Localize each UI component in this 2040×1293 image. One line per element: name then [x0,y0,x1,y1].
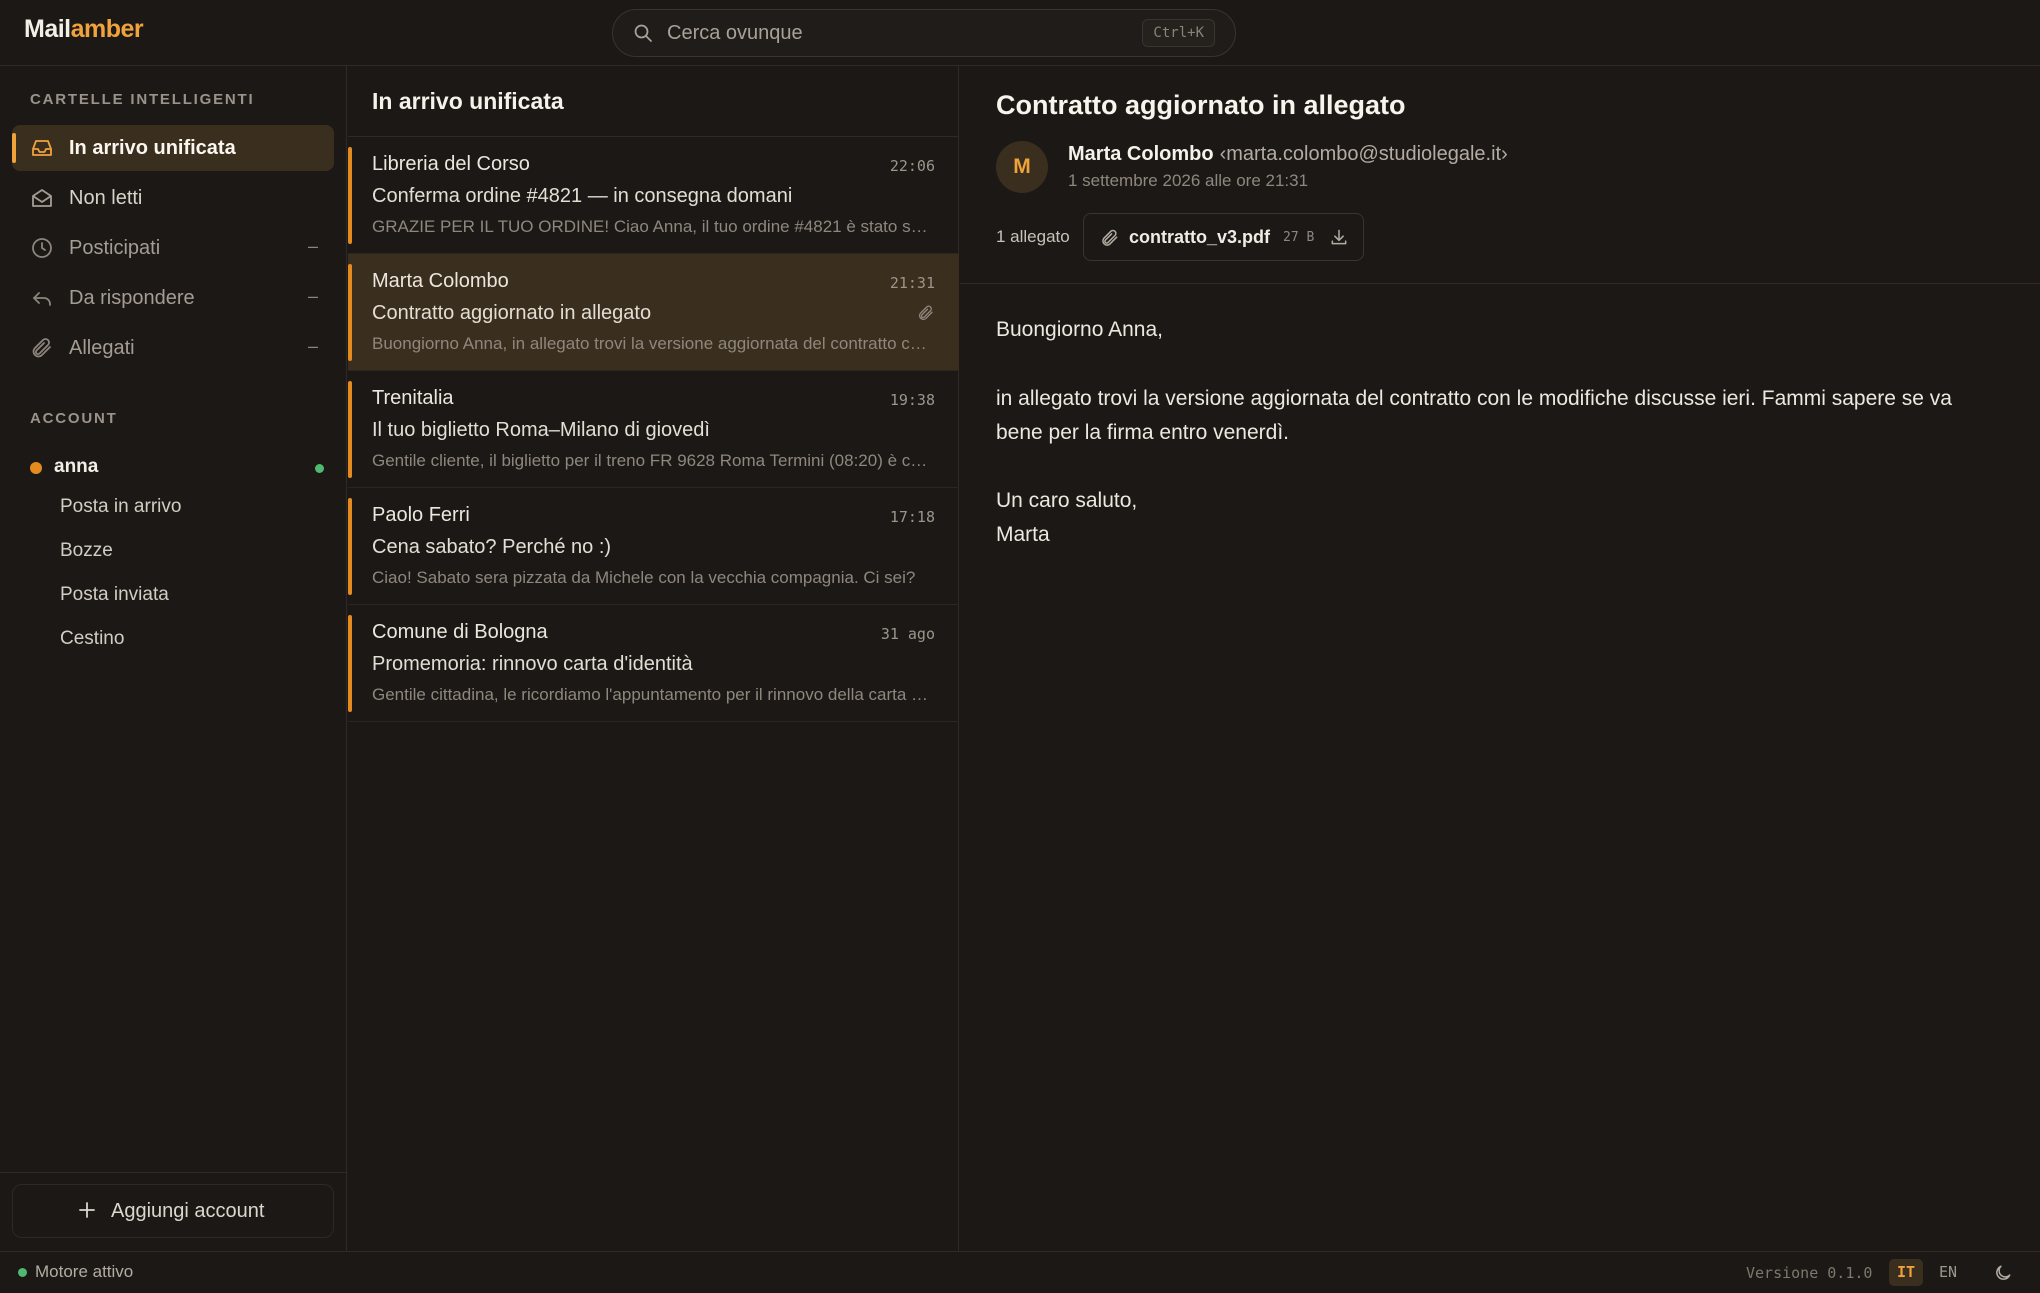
attachment-paperclip-icon [917,304,935,322]
sidebar-item-count: – [307,286,318,306]
message-subject: Conferma ordine #4821 — in consegna doma… [372,185,793,207]
plus-icon [77,1200,97,1220]
email-sender: Marta Colombo ‹marta.colombo@studiolegale… [1068,143,1508,166]
message-sender: Libreria del Corso [372,153,530,175]
sidebar-item-count: – [307,236,318,256]
logo-text-mail: Mail [24,15,71,43]
message-time: 19:38 [889,391,935,409]
sidebar-item-to-reply[interactable]: Da rispondere – [12,275,334,321]
search-input[interactable]: Cerca ovunque Ctrl+K [612,9,1236,57]
avatar: M [996,141,1048,193]
message-time: 17:18 [889,508,935,526]
account-anna[interactable]: anna [30,452,324,482]
logo-text-amber: amber [70,15,144,43]
status-bar: Motore attivo Versione 0.1.0 IT EN [0,1251,2040,1293]
sidebar-item-label: Allegati [69,337,135,359]
email-body-closing: Un caro saluto, [996,489,1138,512]
message-preview: Gentile cliente, il biglietto per il tre… [372,451,934,470]
message-row[interactable]: Libreria del Corso 22:06 Conferma ordine… [348,137,959,254]
message-row[interactable]: Trenitalia 19:38 Il tuo biglietto Roma–M… [348,371,959,488]
message-sender: Paolo Ferri [372,504,470,526]
language-it-button[interactable]: IT [1889,1259,1924,1286]
smart-folders-heading: CARTELLE INTELLIGENTI [30,91,255,108]
account-heading: ACCOUNT [30,410,118,427]
sidebar-item-label: Da rispondere [69,287,195,309]
attachment-chip[interactable]: contratto_v3.pdf 27 B [1083,213,1364,261]
message-list: In arrivo unificata Libreria del Corso 2… [348,66,959,1251]
folder-trash[interactable]: Cestino [60,628,124,650]
sidebar-item-label: Non letti [69,187,143,209]
message-time: 22:06 [889,157,935,175]
folder-drafts[interactable]: Bozze [60,540,113,562]
add-account-label: Aggiungi account [111,1200,265,1222]
message-sender: Trenitalia [372,387,454,409]
folder-inbox[interactable]: Posta in arrivo [60,496,181,518]
message-preview: Buongiorno Anna, in allegato trovi la ve… [372,334,934,353]
message-subject: Contratto aggiornato in allegato [372,302,652,324]
message-subject: Cena sabato? Perché no :) [372,536,612,558]
sidebar-item-attachments[interactable]: Allegati – [12,325,334,371]
search-placeholder: Cerca ovunque [667,22,803,44]
sidebar: CARTELLE INTELLIGENTI In arrivo unificat… [0,66,347,1251]
list-title: In arrivo unificata [372,88,564,114]
language-en-button[interactable]: EN [1931,1259,1965,1286]
reply-icon [30,286,54,310]
message-sender: Comune di Bologna [372,621,548,643]
sidebar-item-unread[interactable]: Non letti [12,175,334,221]
app-logo[interactable]: Mailamber [24,15,144,44]
reading-pane: Contratto aggiornato in allegato M Marta… [960,66,2040,1251]
message-preview: Ciao! Sabato sera pizzata da Michele con… [372,568,916,587]
sender-email[interactable]: ‹marta.colombo@studiolegale.it› [1220,143,1508,165]
add-account-button[interactable]: Aggiungi account [12,1184,334,1238]
sidebar-item-label: In arrivo unificata [69,137,236,159]
message-row[interactable]: Comune di Bologna 31 ago Promemoria: rin… [348,605,959,722]
attachment-size: 27 B [1283,230,1315,245]
email-date: 1 settembre 2026 alle ore 21:31 [1068,171,1309,190]
paperclip-icon [30,336,54,360]
sidebar-item-count: – [307,336,318,356]
email-body-line: bene per la firma entro venerdì. [996,421,1289,444]
online-status-dot [315,464,324,473]
inbox-icon [30,136,54,160]
sidebar-divider [0,1172,346,1173]
attachment-count: 1 allegato [996,227,1070,246]
version-label: Versione 0.1.0 [1746,1264,1873,1282]
message-time: 21:31 [889,274,935,292]
message-row-selected[interactable]: Marta Colombo 21:31 Contratto aggiornato… [348,254,959,371]
search-shortcut-badge: Ctrl+K [1142,19,1215,47]
message-row[interactable]: Paolo Ferri 17:18 Cena sabato? Perché no… [348,488,959,605]
sidebar-item-label: Posticipati [69,237,161,259]
account-color-dot [30,462,42,474]
top-bar: Mailamber Cerca ovunque Ctrl+K [0,0,2040,66]
paperclip-icon [1100,228,1120,248]
envelope-open-icon [30,186,54,210]
sidebar-item-snoozed[interactable]: Posticipati – [12,225,334,271]
email-body-line: in allegato trovi la versione aggiornata… [996,387,1952,410]
message-subject: Il tuo biglietto Roma–Milano di giovedì [372,419,710,441]
message-sender: Marta Colombo [372,270,509,292]
engine-status-dot [18,1268,27,1277]
attachment-filename: contratto_v3.pdf [1129,227,1271,247]
message-subject: Promemoria: rinnovo carta d'identità [372,653,693,675]
email-body-greeting: Buongiorno Anna, [996,318,1163,341]
sidebar-item-unified-inbox[interactable]: In arrivo unificata [12,125,334,171]
account-name: anna [54,456,99,477]
message-preview: Gentile cittadina, le ricordiamo l'appun… [372,685,934,704]
clock-icon [30,236,54,260]
message-preview: GRAZIE PER IL TUO ORDINE! Ciao Anna, il … [372,217,934,236]
email-subject: Contratto aggiornato in allegato [996,90,1406,120]
folder-sent[interactable]: Posta inviata [60,584,169,606]
header-divider [960,283,2040,284]
sender-name[interactable]: Marta Colombo [1068,143,1214,165]
message-time: 31 ago [880,625,935,643]
moon-icon[interactable] [1993,1263,2013,1283]
email-body-signature: Marta [996,523,1050,546]
search-icon [633,23,653,43]
download-icon[interactable] [1329,227,1349,247]
engine-status: Motore attivo [35,1262,134,1281]
